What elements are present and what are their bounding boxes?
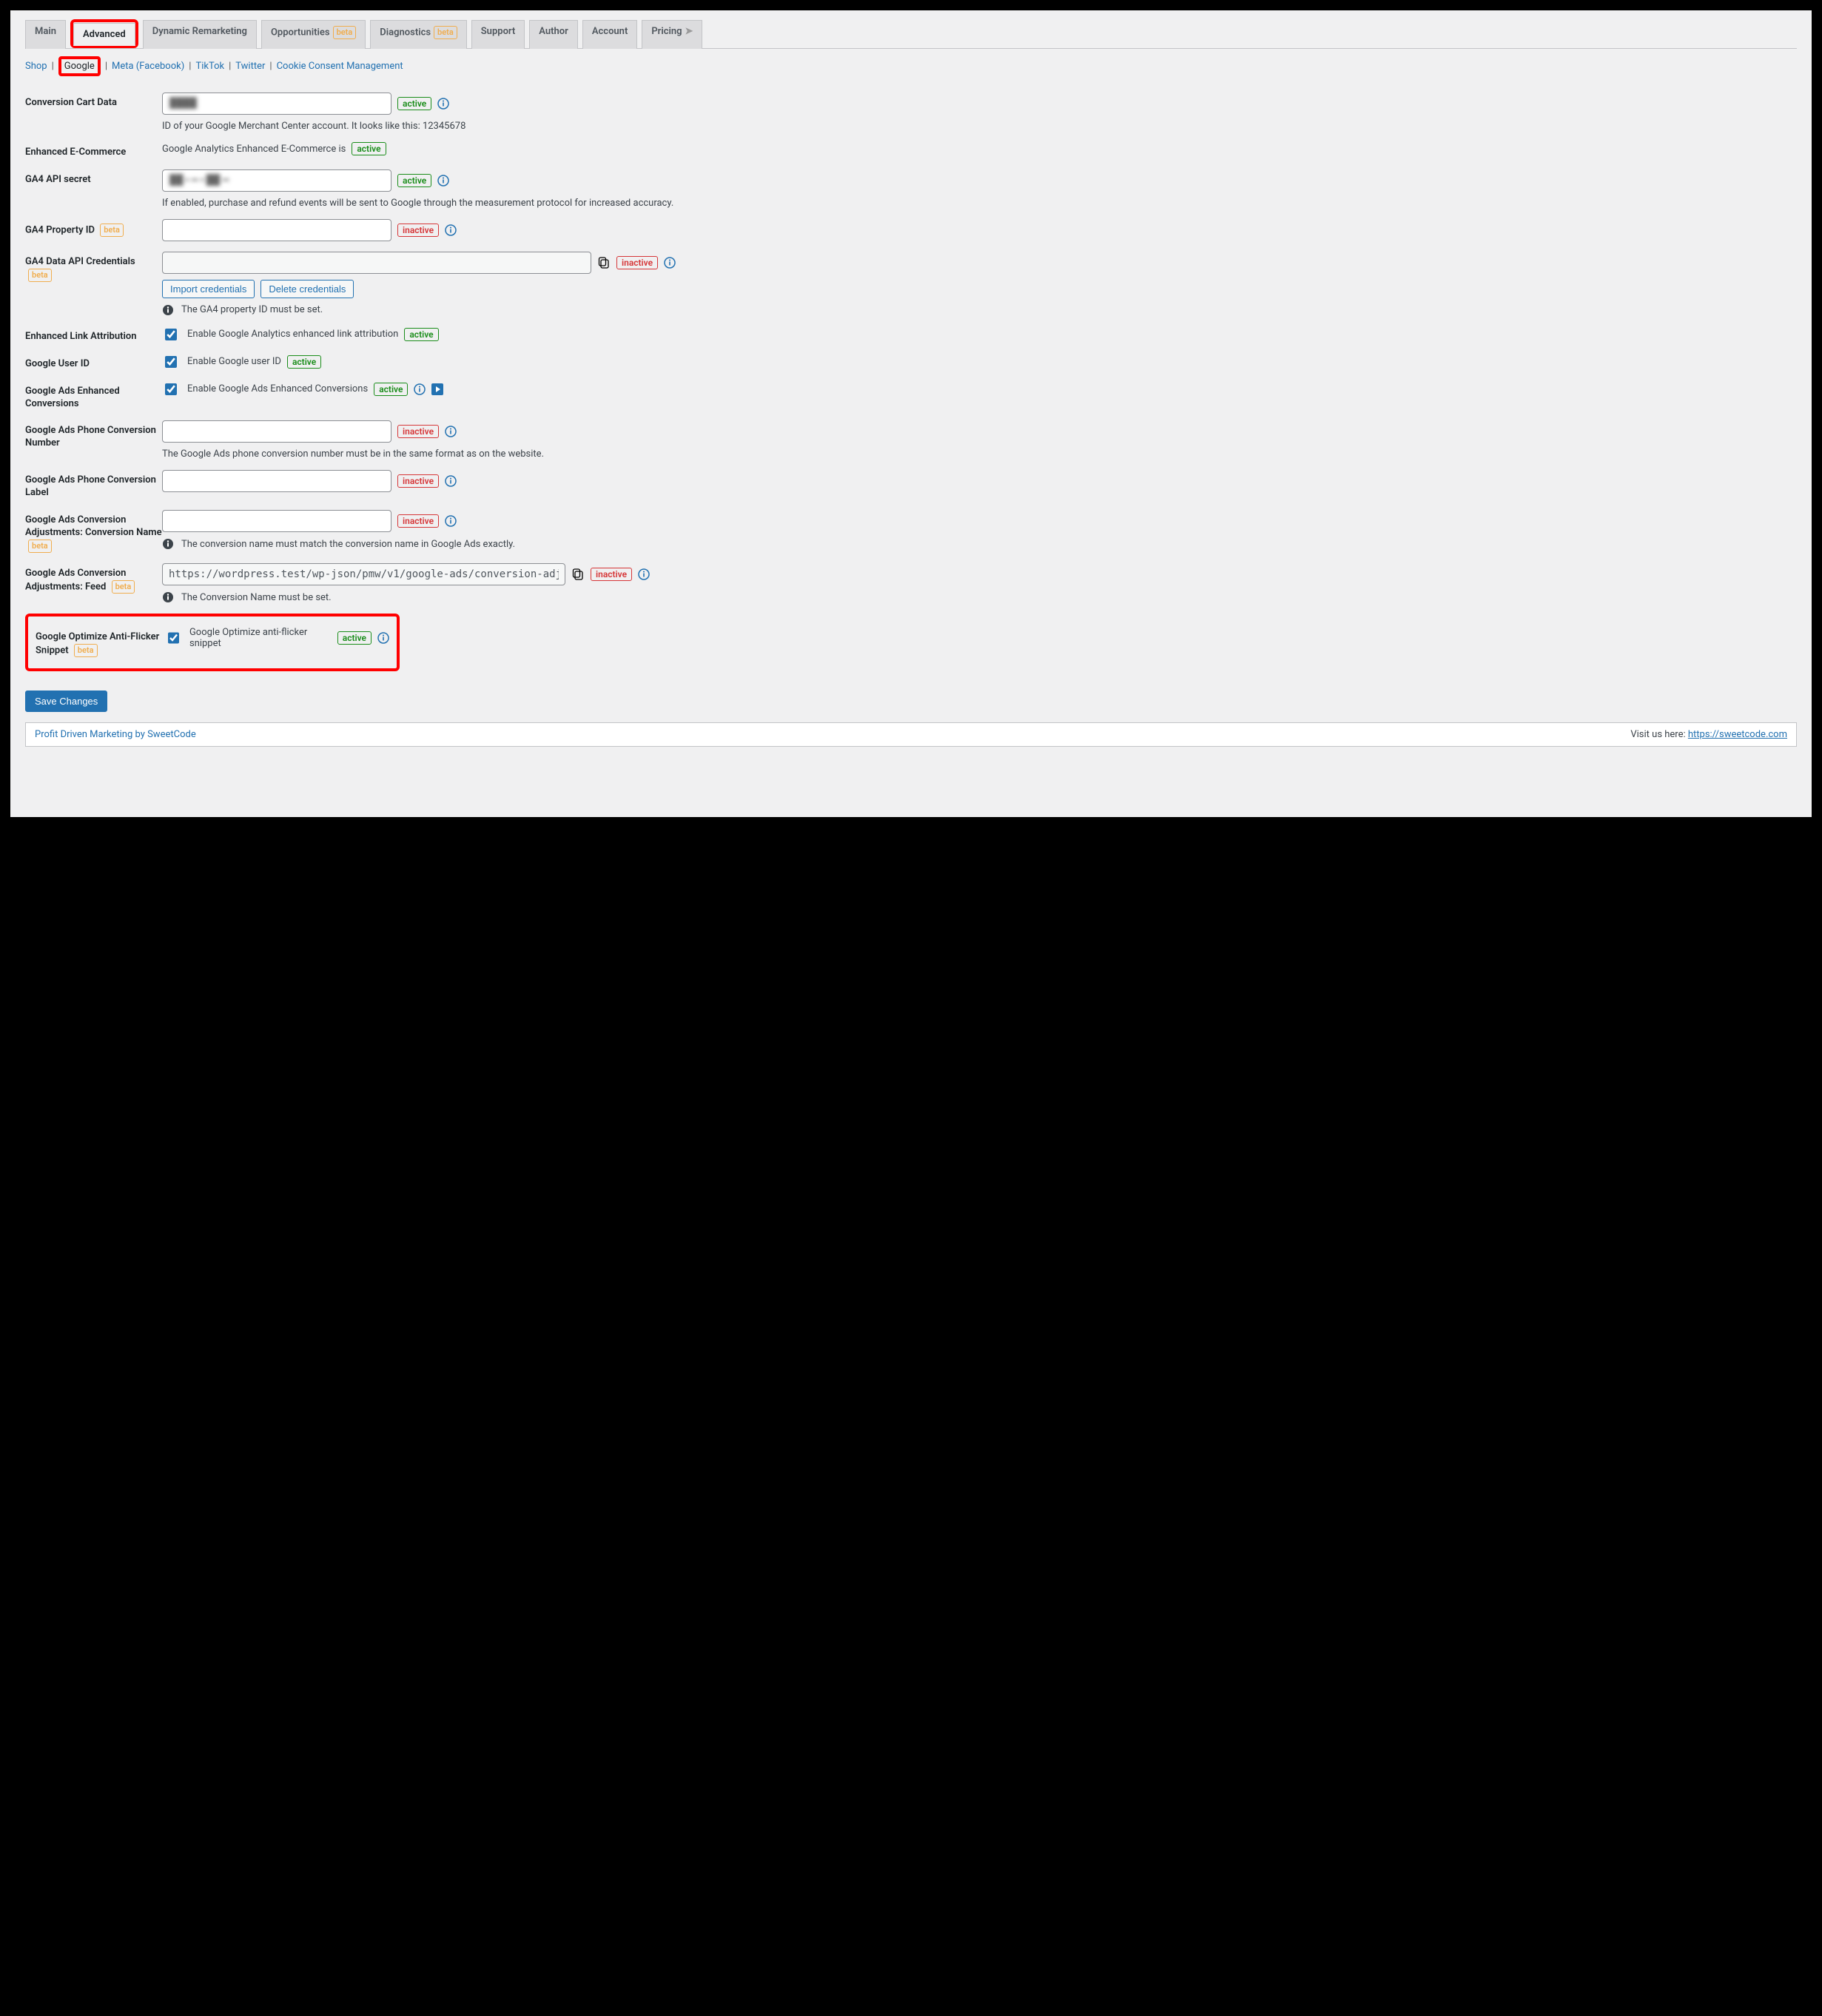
beta-badge: beta (28, 540, 52, 553)
warning-convadj-feed: The Conversion Name must be set. (162, 591, 1797, 603)
label-user-id: Google User ID (25, 354, 162, 371)
subtab-google[interactable]: Google (64, 61, 95, 72)
subtab-shop[interactable]: Shop (25, 61, 47, 72)
info-icon[interactable] (414, 383, 426, 395)
play-icon[interactable] (431, 383, 443, 395)
import-credentials-button[interactable]: Import credentials (162, 280, 255, 298)
label-anti-flicker: Google Optimize Anti-Flicker Snippet bet… (36, 627, 165, 657)
checkbox-link-attr[interactable] (165, 329, 177, 340)
highlight-tab-advanced: Advanced (70, 19, 138, 48)
help-conv-cart: ID of your Google Merchant Center accoun… (162, 121, 1797, 132)
info-icon[interactable] (664, 257, 676, 269)
status-badge: active (374, 383, 408, 396)
status-badge: active (352, 142, 386, 155)
label-conv-cart: Conversion Cart Data (25, 93, 162, 110)
beta-badge: beta (28, 269, 52, 282)
highlight-anti-flicker: Google Optimize Anti-Flicker Snippet bet… (25, 614, 400, 671)
status-badge: inactive (397, 514, 439, 528)
footer: Profit Driven Marketing by SweetCode Vis… (25, 722, 1797, 747)
label-enh-conv: Google Ads Enhanced Conversions (25, 381, 162, 411)
info-solid-icon (162, 591, 174, 603)
main-tabs: Main Advanced Dynamic Remarketing Opport… (25, 19, 1797, 49)
subtab-meta[interactable]: Meta (Facebook) (112, 61, 184, 72)
tab-advanced[interactable]: Advanced (73, 23, 135, 46)
warning-convadj-name: The conversion name must match the conve… (162, 538, 1797, 550)
checkbox-user-id[interactable] (165, 356, 177, 368)
label-ga4-secret: GA4 API secret (25, 169, 162, 187)
beta-badge: beta (434, 26, 457, 39)
subtab-tiktok[interactable]: TikTok (195, 61, 224, 72)
input-phone-label[interactable] (162, 470, 391, 492)
status-badge: inactive (591, 568, 632, 581)
subtab-cookie[interactable]: Cookie Consent Management (277, 61, 403, 72)
info-icon[interactable] (445, 515, 457, 527)
tab-main[interactable]: Main (25, 20, 66, 49)
tab-pricing[interactable]: Pricing➤ (642, 20, 702, 49)
label-convadj-feed: Google Ads Conversion Adjustments: Feed … (25, 563, 162, 594)
status-badge: inactive (397, 474, 439, 488)
footer-right: Visit us here: https://sweetcode.com (1630, 729, 1787, 740)
tab-account[interactable]: Account (582, 20, 637, 49)
tab-support[interactable]: Support (471, 20, 525, 49)
copy-icon[interactable] (571, 568, 585, 581)
highlight-subtab-google: Google (58, 56, 101, 76)
info-icon[interactable] (377, 632, 389, 644)
text-anti-flicker: Google Optimize anti-flicker snippet (189, 627, 332, 649)
tab-opportunities[interactable]: Opportunitiesbeta (261, 20, 366, 49)
status-badge: inactive (397, 224, 439, 237)
sub-tabs: Shop| Google | Meta (Facebook)| TikTok| … (25, 56, 1797, 76)
info-icon[interactable] (638, 568, 650, 580)
status-badge: active (404, 328, 438, 341)
label-phone-label: Google Ads Phone Conversion Label (25, 470, 162, 500)
text-enh-ecom: Google Analytics Enhanced E-Commerce is (162, 144, 346, 155)
input-ga4-prop[interactable] (162, 219, 391, 241)
status-badge: active (287, 355, 321, 369)
beta-badge: beta (74, 644, 98, 657)
label-ga4-creds: GA4 Data API Credentials beta (25, 252, 162, 282)
label-link-attr: Enhanced Link Attribution (25, 326, 162, 343)
beta-badge: beta (100, 224, 124, 237)
text-user-id: Enable Google user ID (187, 356, 281, 367)
footer-left-link[interactable]: Profit Driven Marketing by SweetCode (35, 729, 196, 740)
label-phone-num: Google Ads Phone Conversion Number (25, 420, 162, 450)
tab-diagnostics[interactable]: Diagnosticsbeta (370, 20, 466, 49)
save-button[interactable]: Save Changes (25, 691, 107, 712)
status-badge: active (397, 174, 431, 187)
checkbox-anti-flicker[interactable] (168, 632, 179, 644)
text-enh-conv: Enable Google Ads Enhanced Conversions (187, 383, 368, 394)
label-ga4-prop: GA4 Property ID beta (25, 219, 162, 237)
status-badge: active (397, 97, 431, 110)
info-icon[interactable] (445, 224, 457, 236)
beta-badge: beta (333, 26, 357, 39)
info-icon[interactable] (437, 98, 449, 110)
label-convadj-name: Google Ads Conversion Adjustments: Conve… (25, 510, 162, 553)
input-convadj-feed (162, 563, 565, 585)
arrow-right-icon: ➤ (685, 26, 693, 37)
footer-right-link[interactable]: https://sweetcode.com (1688, 729, 1787, 740)
info-solid-icon (162, 304, 174, 316)
tab-author[interactable]: Author (529, 20, 578, 49)
help-phone-num: The Google Ads phone conversion number m… (162, 448, 1797, 460)
status-badge: inactive (397, 425, 439, 438)
delete-credentials-button[interactable]: Delete credentials (260, 280, 354, 298)
tab-dynamic[interactable]: Dynamic Remarketing (143, 20, 257, 49)
beta-badge: beta (112, 580, 135, 594)
input-convadj-name[interactable] (162, 510, 391, 532)
subtab-twitter[interactable]: Twitter (235, 61, 265, 72)
status-badge: active (337, 631, 372, 645)
help-ga4-secret: If enabled, purchase and refund events w… (162, 198, 1797, 209)
input-ga4-creds (162, 252, 591, 274)
info-icon[interactable] (445, 475, 457, 487)
status-badge: inactive (616, 256, 658, 269)
input-phone-num[interactable] (162, 420, 391, 443)
info-icon[interactable] (437, 175, 449, 187)
text-link-attr: Enable Google Analytics enhanced link at… (187, 329, 398, 340)
info-solid-icon (162, 538, 174, 550)
label-enh-ecom: Enhanced E-Commerce (25, 142, 162, 159)
copy-icon[interactable] (597, 256, 611, 269)
checkbox-enh-conv[interactable] (165, 383, 177, 395)
warning-ga4-creds: The GA4 property ID must be set. (162, 304, 1797, 316)
info-icon[interactable] (445, 426, 457, 437)
